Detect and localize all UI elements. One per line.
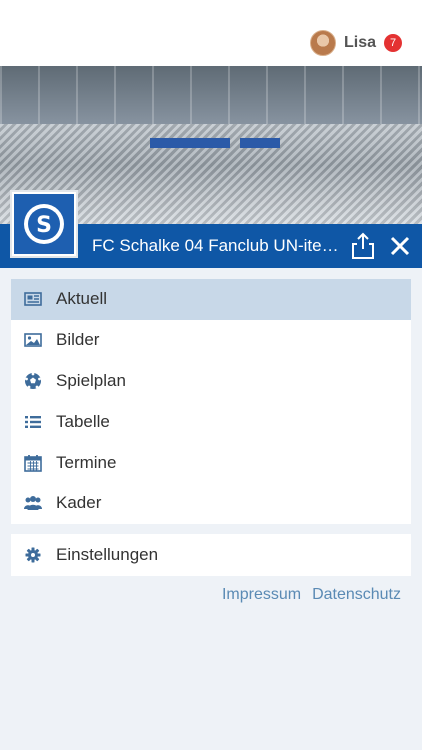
datenschutz-link[interactable]: Datenschutz <box>312 586 401 604</box>
stadium-banner <box>240 138 280 148</box>
menu-item-label: Bilder <box>56 330 100 350</box>
menu-item-spielplan[interactable]: Spielplan <box>11 361 411 402</box>
club-logo: S <box>10 190 78 258</box>
stadium-roof <box>0 66 422 124</box>
top-bar: Lisa 7 <box>0 0 422 66</box>
team-icon <box>24 494 42 512</box>
menu-item-einstellungen[interactable]: Einstellungen <box>11 534 411 576</box>
club-title: FC Schalke 04 Fanclub UN-itedDuisburg e.… <box>92 236 342 255</box>
notification-badge[interactable]: 7 <box>384 34 402 52</box>
close-icon <box>390 236 410 256</box>
footer-links: Impressum Datenschutz <box>222 586 401 604</box>
share-button[interactable] <box>350 232 376 260</box>
impressum-link[interactable]: Impressum <box>222 586 301 604</box>
menu-item-label: Einstellungen <box>56 545 159 564</box>
schalke-emblem-icon: S <box>24 204 64 244</box>
share-icon <box>352 232 374 259</box>
menu-item-kader[interactable]: Kader <box>11 483 411 524</box>
soccer-ball-icon <box>24 372 42 390</box>
menu-item-label: Tabelle <box>56 411 110 431</box>
list-icon <box>24 413 42 431</box>
newspaper-icon <box>24 290 42 308</box>
menu-item-label: Spielplan <box>56 370 126 390</box>
close-button[interactable] <box>386 232 414 260</box>
menu-item-label: Kader <box>56 493 102 513</box>
menu-item-label: Aktuell <box>56 289 108 309</box>
gear-icon <box>24 546 42 564</box>
stadium-banner <box>150 138 230 148</box>
navigation-menu: Aktuell Bilder Spielplan Tabelle Termine… <box>11 279 411 524</box>
menu-item-aktuell[interactable]: Aktuell <box>11 279 411 320</box>
menu-item-label: Termine <box>56 452 117 472</box>
username[interactable]: Lisa <box>344 34 376 52</box>
menu-item-termine[interactable]: Termine <box>11 442 411 483</box>
image-icon <box>24 331 42 349</box>
avatar[interactable] <box>309 30 336 56</box>
user-menu[interactable]: Lisa 7 <box>309 30 402 56</box>
club-logo-emblem: S <box>14 194 74 254</box>
menu-item-bilder[interactable]: Bilder <box>11 320 411 361</box>
svg-text:S: S <box>36 213 52 238</box>
calendar-icon <box>24 454 42 472</box>
menu-item-tabelle[interactable]: Tabelle <box>11 401 411 442</box>
